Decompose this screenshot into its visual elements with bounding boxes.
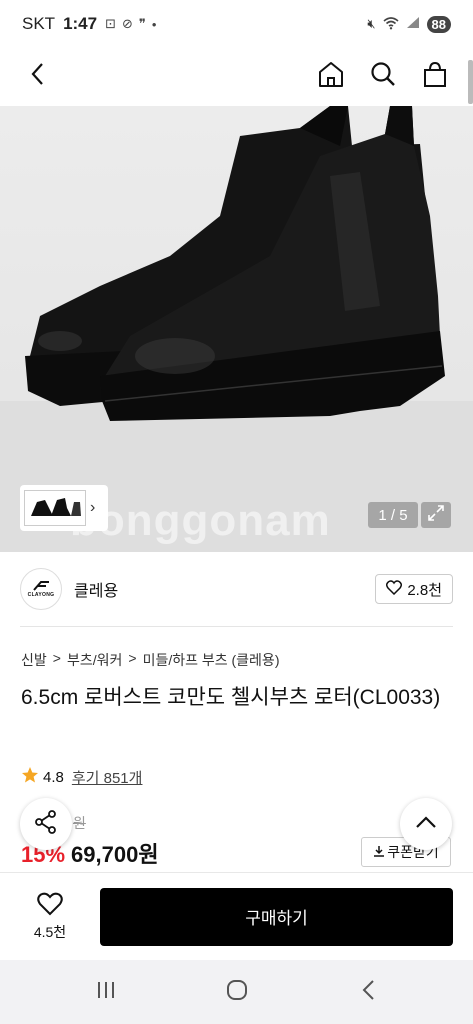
back-nav-button[interactable]: [348, 972, 388, 1012]
thumbnail-strip[interactable]: ›: [20, 485, 108, 531]
star-icon: [21, 766, 39, 788]
search-icon: [369, 60, 397, 93]
breadcrumb-separator: >: [128, 650, 137, 666]
screenshot-icon: ⊡: [105, 16, 116, 31]
shopping-bag-icon: [421, 60, 449, 93]
share-icon: [33, 809, 59, 840]
image-counter: 1 / 5: [368, 502, 418, 528]
watermark: bonggonam: [70, 496, 331, 545]
rating-value: 4.8: [43, 768, 64, 786]
brand-row: CLAYONG 클레용 2.8천: [20, 566, 453, 612]
breadcrumb: 신발 > 부츠/워커 > 미들/하프 부츠 (클레용): [21, 650, 279, 670]
fullscreen-button[interactable]: [421, 502, 451, 528]
breadcrumb-separator: >: [52, 650, 61, 666]
product-image-gallery[interactable]: bonggonam › 1 / 5: [0, 106, 473, 552]
brand-name[interactable]: 클레용: [74, 577, 118, 601]
chevron-right-icon[interactable]: ›: [90, 499, 95, 517]
wifi-icon: [383, 16, 399, 33]
search-button[interactable]: [367, 60, 399, 92]
breadcrumb-item[interactable]: 신발: [21, 650, 47, 670]
scrollbar[interactable]: [468, 60, 473, 104]
sale-price: 69,700원: [71, 842, 159, 867]
home-circle-icon: [225, 978, 249, 1007]
wishlist-count: 4.5천: [33, 923, 67, 940]
status-bar: SKT 1:47 ⊡ ⊘ ❞ • 🔇︎ 88: [0, 0, 473, 48]
mute-icon: 🔇︎: [367, 16, 376, 31]
status-time: 1:47: [63, 14, 98, 33]
product-title: 6.5cm 로버스트 코만도 첼시부츠 로터(CL0033): [21, 686, 441, 709]
chevron-left-icon: [29, 62, 47, 91]
scroll-to-top-button[interactable]: [400, 798, 452, 850]
recent-apps-button[interactable]: [86, 972, 126, 1012]
review-link[interactable]: 후기 851개: [72, 767, 143, 788]
home-button[interactable]: [315, 60, 347, 92]
heart-icon: [37, 892, 63, 919]
back-arrow-icon: [361, 979, 375, 1006]
home-nav-button[interactable]: [217, 972, 257, 1012]
brand-like-count: 2.8천: [407, 581, 442, 599]
system-nav-bar: [0, 960, 473, 1024]
purchase-bar: 4.5천 구매하기: [0, 872, 473, 960]
expand-icon: [427, 504, 445, 527]
link-icon: ⊘: [122, 16, 133, 31]
home-icon: [317, 60, 345, 93]
app-header: [0, 48, 473, 104]
dot-icon: •: [151, 16, 157, 32]
original-price: 원: [73, 815, 86, 831]
breadcrumb-item[interactable]: 미들/하프 부츠 (클레용): [143, 650, 280, 670]
brand-logo-mark: [33, 581, 49, 591]
signal-icon: [406, 16, 420, 32]
brand-like-button[interactable]: 2.8천: [375, 574, 453, 604]
wishlist-button[interactable]: 4.5천: [20, 892, 80, 942]
heart-icon: [386, 579, 403, 599]
back-button[interactable]: [22, 60, 54, 92]
divider: [20, 626, 453, 627]
battery-indicator: 88: [426, 15, 451, 33]
chevron-up-icon: [415, 815, 437, 834]
cart-button[interactable]: [419, 60, 451, 92]
quote-icon: ❞: [138, 16, 146, 31]
breadcrumb-item[interactable]: 부츠/워커: [67, 650, 122, 670]
share-button[interactable]: [20, 798, 72, 850]
download-icon: [373, 844, 385, 860]
carrier: SKT: [22, 14, 56, 33]
recent-apps-icon: [95, 980, 117, 1005]
brand-logo-text: CLAYONG: [27, 592, 55, 598]
thumbnail-image[interactable]: [24, 490, 86, 526]
rating-row: 4.8 후기 851개: [21, 766, 142, 788]
buy-button[interactable]: 구매하기: [100, 887, 453, 946]
brand-logo[interactable]: CLAYONG: [20, 568, 62, 610]
